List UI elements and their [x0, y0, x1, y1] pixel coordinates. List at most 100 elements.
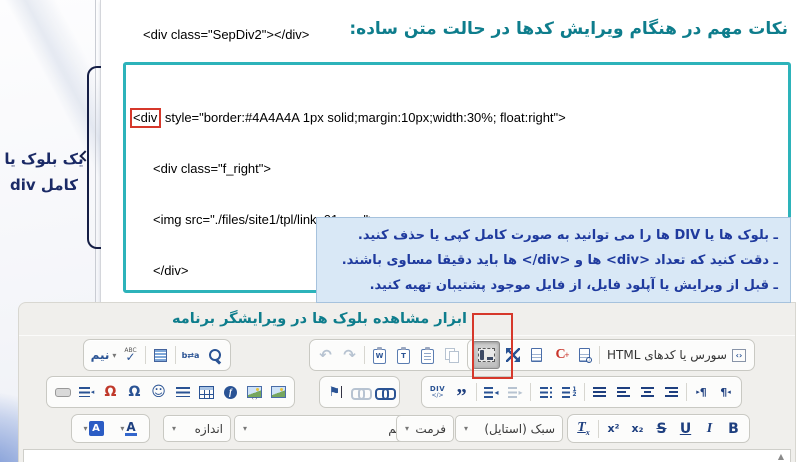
toolbar-group-basicstyles: Tx x² x₂ S U I B: [567, 414, 750, 443]
subscript-button[interactable]: x₂: [626, 416, 649, 442]
toolbar-row-2: ◂ Ω Ω ☺ f ‹ › ⚑ DIV</> ” ◂ ▸ 12: [19, 376, 795, 410]
rtl-direction-button[interactable]: ¶◂: [714, 379, 737, 405]
bold-icon: B: [728, 421, 739, 437]
unlink-button[interactable]: [348, 379, 371, 405]
align-left-button[interactable]: [612, 379, 635, 405]
half-space-button[interactable]: نیم▾: [88, 342, 118, 368]
font-size-select[interactable]: اندازه▾: [163, 415, 231, 442]
remove-format-icon: Tx: [577, 420, 590, 437]
image-icon: [271, 386, 286, 398]
strikethrough-button[interactable]: S: [650, 416, 673, 442]
toolbar-separator: [145, 346, 146, 364]
notes-callout: ـ بلوک ها یا DIV ها را می توانید به صورت…: [316, 217, 791, 303]
toolbar-group-paragraph: DIV</> ” ◂ ▸ 12 ▸¶ ¶◂: [421, 376, 742, 408]
rtl-direction-icon: ¶◂: [720, 386, 731, 399]
templates-button[interactable]: [525, 342, 548, 368]
link-button[interactable]: [372, 379, 395, 405]
image-button[interactable]: [267, 379, 290, 405]
text-field-button[interactable]: [51, 379, 74, 405]
blockquote-icon: ”: [456, 383, 467, 401]
div-container-button[interactable]: DIV</>: [426, 379, 449, 405]
superscript-button[interactable]: x²: [602, 416, 625, 442]
paste-as-text-icon: T: [397, 349, 410, 364]
paste-as-text-button[interactable]: T: [392, 342, 415, 368]
italic-button[interactable]: I: [698, 416, 721, 442]
note-line: ـ دقت کنید که تعداد ‎<div>‎ ها و ‎</div>…: [325, 248, 778, 273]
spell-check-icon: ABC✓: [124, 348, 136, 363]
editor-content-area[interactable]: ▲: [23, 449, 791, 462]
spell-check-button[interactable]: ABC✓: [119, 342, 142, 368]
font-size-label: اندازه: [195, 422, 223, 436]
text-color-button[interactable]: ▾A: [111, 416, 145, 442]
annotation-brace: [87, 66, 101, 249]
copy-button[interactable]: [440, 342, 463, 368]
smiley-button[interactable]: ☺: [147, 379, 170, 405]
media-button[interactable]: ‹ ›: [243, 379, 266, 405]
paste-button[interactable]: [416, 342, 439, 368]
replace-button[interactable]: b⇄a: [179, 342, 202, 368]
undo-button[interactable]: ↶: [314, 342, 337, 368]
brace-label: یک بلوک یا div کامل: [4, 146, 84, 198]
show-blocks-annotation-box: [472, 313, 513, 379]
copy-icon: [445, 348, 459, 362]
open-div-annotation-box: <div: [130, 108, 161, 128]
special-char-button[interactable]: Ω: [99, 379, 122, 405]
page-break-icon: ◂: [79, 387, 95, 397]
numbered-list-button[interactable]: 12: [558, 379, 581, 405]
table-button[interactable]: [195, 379, 218, 405]
search-button[interactable]: [203, 342, 226, 368]
indent-icon: ◂: [484, 387, 498, 398]
text-color-icon: A: [125, 422, 136, 436]
bg-color-button[interactable]: ▾A: [76, 416, 110, 442]
superscript-icon: x²: [608, 422, 620, 435]
toolbar-group-editing: نیم▾ ABC✓ b⇄a: [83, 339, 231, 371]
style-select[interactable]: سبک (استایل)▾: [455, 415, 563, 442]
bg-color-icon: A: [89, 421, 104, 436]
toolbar-separator: [599, 346, 600, 364]
ltr-direction-button[interactable]: ▸¶: [690, 379, 713, 405]
anchor-button[interactable]: ⚑: [324, 379, 347, 405]
ltr-direction-icon: ▸¶: [696, 386, 707, 399]
font-family-select[interactable]: قلم▾: [234, 415, 414, 442]
underline-button[interactable]: U: [674, 416, 697, 442]
align-right-icon: [665, 387, 678, 397]
flash-icon: f: [224, 386, 237, 399]
special-char-blue-icon: Ω: [129, 384, 141, 400]
indent-button[interactable]: ◂: [480, 379, 503, 405]
undo-icon: ↶: [319, 346, 332, 364]
special-char-red-icon: Ω: [105, 384, 117, 400]
paste-from-word-button[interactable]: W: [368, 342, 391, 368]
preview-button[interactable]: [573, 342, 596, 368]
code-line-open-div-rest: style="border:#4A4A4A 1px solid;margin:1…: [161, 110, 566, 125]
horizontal-rule-icon: [176, 387, 190, 397]
align-center-button[interactable]: [636, 379, 659, 405]
heading-divider: [19, 335, 795, 336]
text-field-icon: [55, 388, 71, 397]
horizontal-rule-button[interactable]: [171, 379, 194, 405]
chevron-down-icon: ▾: [83, 424, 87, 433]
note-line: ـ بلوک ها یا DIV ها را می توانید به صورت…: [325, 223, 778, 248]
new-page-icon: C+: [555, 347, 565, 363]
redo-button[interactable]: ↷: [338, 342, 361, 368]
anchor-flag-icon: ⚑: [329, 385, 343, 400]
select-all-button[interactable]: [149, 342, 172, 368]
remove-format-button[interactable]: Tx: [572, 416, 595, 442]
smiley-icon: ☺: [151, 384, 166, 400]
flash-button[interactable]: f: [219, 379, 242, 405]
symbol-button[interactable]: Ω: [123, 379, 146, 405]
strikethrough-icon: S: [656, 421, 666, 437]
toolbar-row-1: نیم▾ ABC✓ b⇄a ↶ ↷ W T ✂ C+ ‹›سورس یا کده…: [19, 339, 795, 373]
paragraph-format-select[interactable]: فرمت▾: [396, 415, 454, 442]
justify-block-icon: [593, 387, 606, 397]
bold-button[interactable]: B: [722, 416, 745, 442]
blockquote-button[interactable]: ”: [450, 379, 473, 405]
source-button[interactable]: ‹›سورس یا کدهای HTML: [603, 342, 750, 368]
justify-block-button[interactable]: [588, 379, 611, 405]
outdent-button[interactable]: ▸: [504, 379, 527, 405]
bullet-list-button[interactable]: [534, 379, 557, 405]
scrollbar-up-arrow[interactable]: ▲: [778, 452, 784, 461]
new-page-button[interactable]: C+: [549, 342, 572, 368]
numbered-list-icon: 12: [562, 387, 576, 398]
page-break-button[interactable]: ◂: [75, 379, 98, 405]
align-right-button[interactable]: [660, 379, 683, 405]
